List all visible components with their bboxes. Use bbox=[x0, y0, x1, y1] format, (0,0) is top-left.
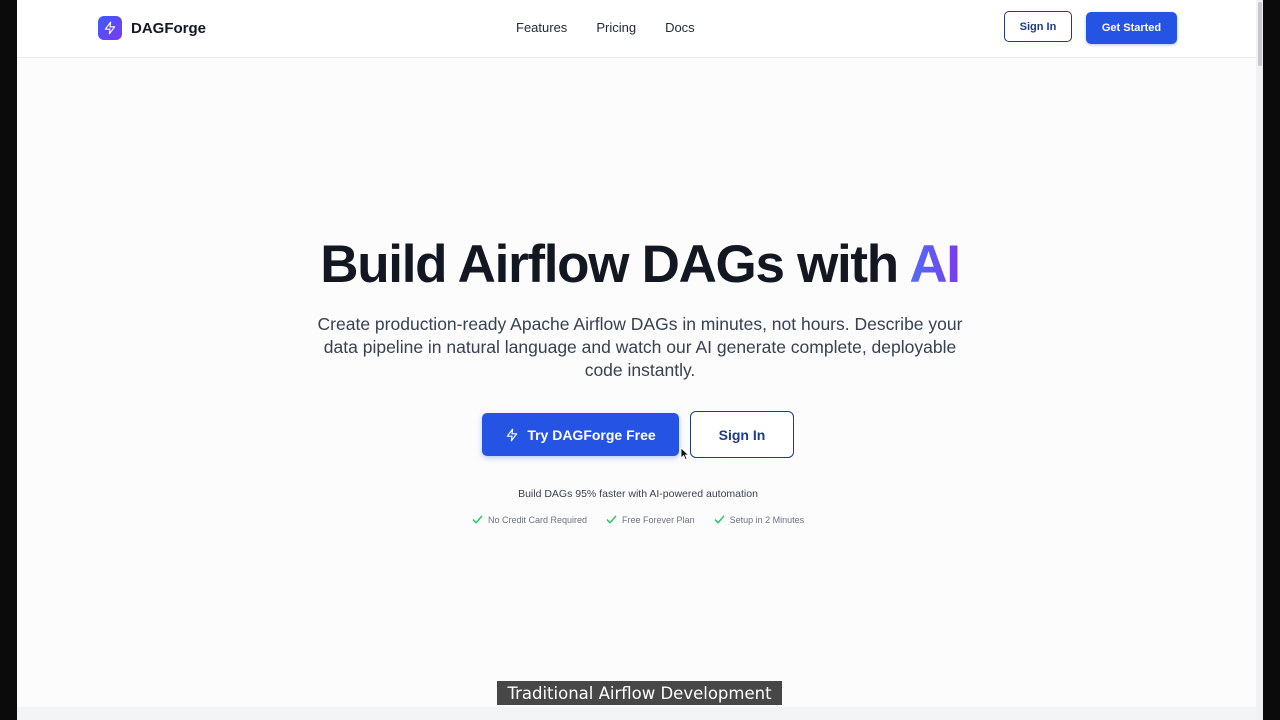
hero-title-accent: AI bbox=[909, 235, 961, 294]
next-section-edge bbox=[17, 707, 1263, 720]
scrollbar-thumb[interactable] bbox=[1258, 2, 1262, 66]
landing-page: DAGForge Features Pricing Docs Sign In G… bbox=[17, 0, 1263, 720]
get-started-button[interactable]: Get Started bbox=[1086, 12, 1177, 44]
nav-link-features[interactable]: Features bbox=[516, 20, 567, 35]
top-navbar: DAGForge Features Pricing Docs Sign In G… bbox=[17, 0, 1263, 58]
nav-link-pricing[interactable]: Pricing bbox=[596, 20, 636, 35]
hero-title: Build Airflow DAGs with AI bbox=[17, 234, 1263, 295]
nav-link-docs[interactable]: Docs bbox=[665, 20, 695, 35]
check-icon bbox=[606, 515, 617, 524]
try-free-button[interactable]: Try DAGForge Free bbox=[482, 413, 679, 456]
brand-name: DAGForge bbox=[131, 19, 206, 37]
perk-label: Setup in 2 Minutes bbox=[729, 514, 805, 525]
mouse-cursor-icon bbox=[680, 447, 690, 461]
hero-sign-in-button[interactable]: Sign In bbox=[690, 411, 794, 458]
nav-links: Features Pricing Docs bbox=[516, 20, 695, 35]
check-icon bbox=[472, 515, 483, 524]
hero-tagline: Build DAGs 95% faster with AI-powered au… bbox=[518, 488, 758, 500]
perk-item: No Credit Card Required bbox=[472, 514, 587, 525]
scrollbar-track[interactable] bbox=[1256, 0, 1263, 720]
perk-item: Free Forever Plan bbox=[606, 514, 695, 525]
perk-label: No Credit Card Required bbox=[488, 514, 588, 525]
perk-item: Setup in 2 Minutes bbox=[714, 514, 805, 525]
perk-list: No Credit Card Required Free Forever Pla… bbox=[472, 514, 804, 525]
perk-label: Free Forever Plan bbox=[622, 514, 695, 525]
try-free-label: Try DAGForge Free bbox=[527, 426, 656, 443]
hero-title-main: Build Airflow DAGs with bbox=[320, 235, 910, 294]
lightning-bolt-icon bbox=[98, 16, 122, 40]
lightning-bolt-icon bbox=[505, 428, 519, 442]
nav-sign-in-button[interactable]: Sign In bbox=[1004, 11, 1072, 42]
check-icon bbox=[714, 515, 724, 524]
hero-subtitle: Create production-ready Apache Airflow D… bbox=[317, 314, 963, 380]
video-caption: Traditional Airflow Development bbox=[497, 681, 782, 705]
brand[interactable]: DAGForge bbox=[98, 16, 206, 40]
